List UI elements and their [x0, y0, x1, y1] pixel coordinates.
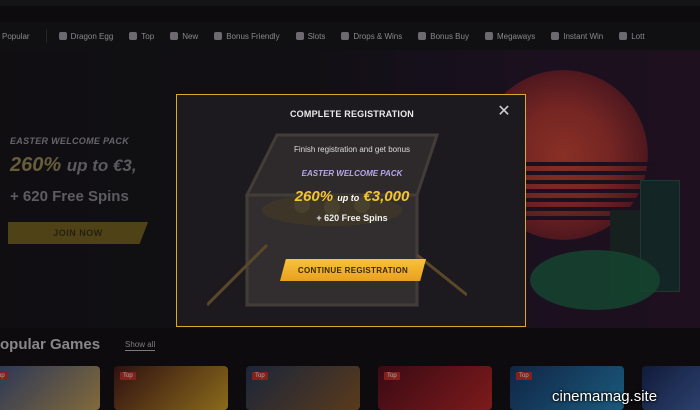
bonus-offer: 260% up to €3,000 [294, 188, 410, 205]
watermark: cinemamag.site [552, 388, 658, 405]
modal-title: COMPLETE REGISTRATION [289, 109, 415, 119]
close-icon[interactable]: ✕ [497, 104, 511, 120]
finish-registration-text: Finish registration and get bonus [293, 145, 411, 154]
registration-modal: COMPLETE REGISTRATION ✕ Finish registrat… [176, 94, 526, 327]
welcome-pack-label: EASTER WELCOME PACK [301, 169, 403, 178]
treasure-chest-illustration [207, 133, 467, 307]
free-spins-text: + 620 Free Spins [316, 213, 388, 223]
continue-registration-button[interactable]: CONTINUE REGISTRATION [280, 259, 426, 281]
